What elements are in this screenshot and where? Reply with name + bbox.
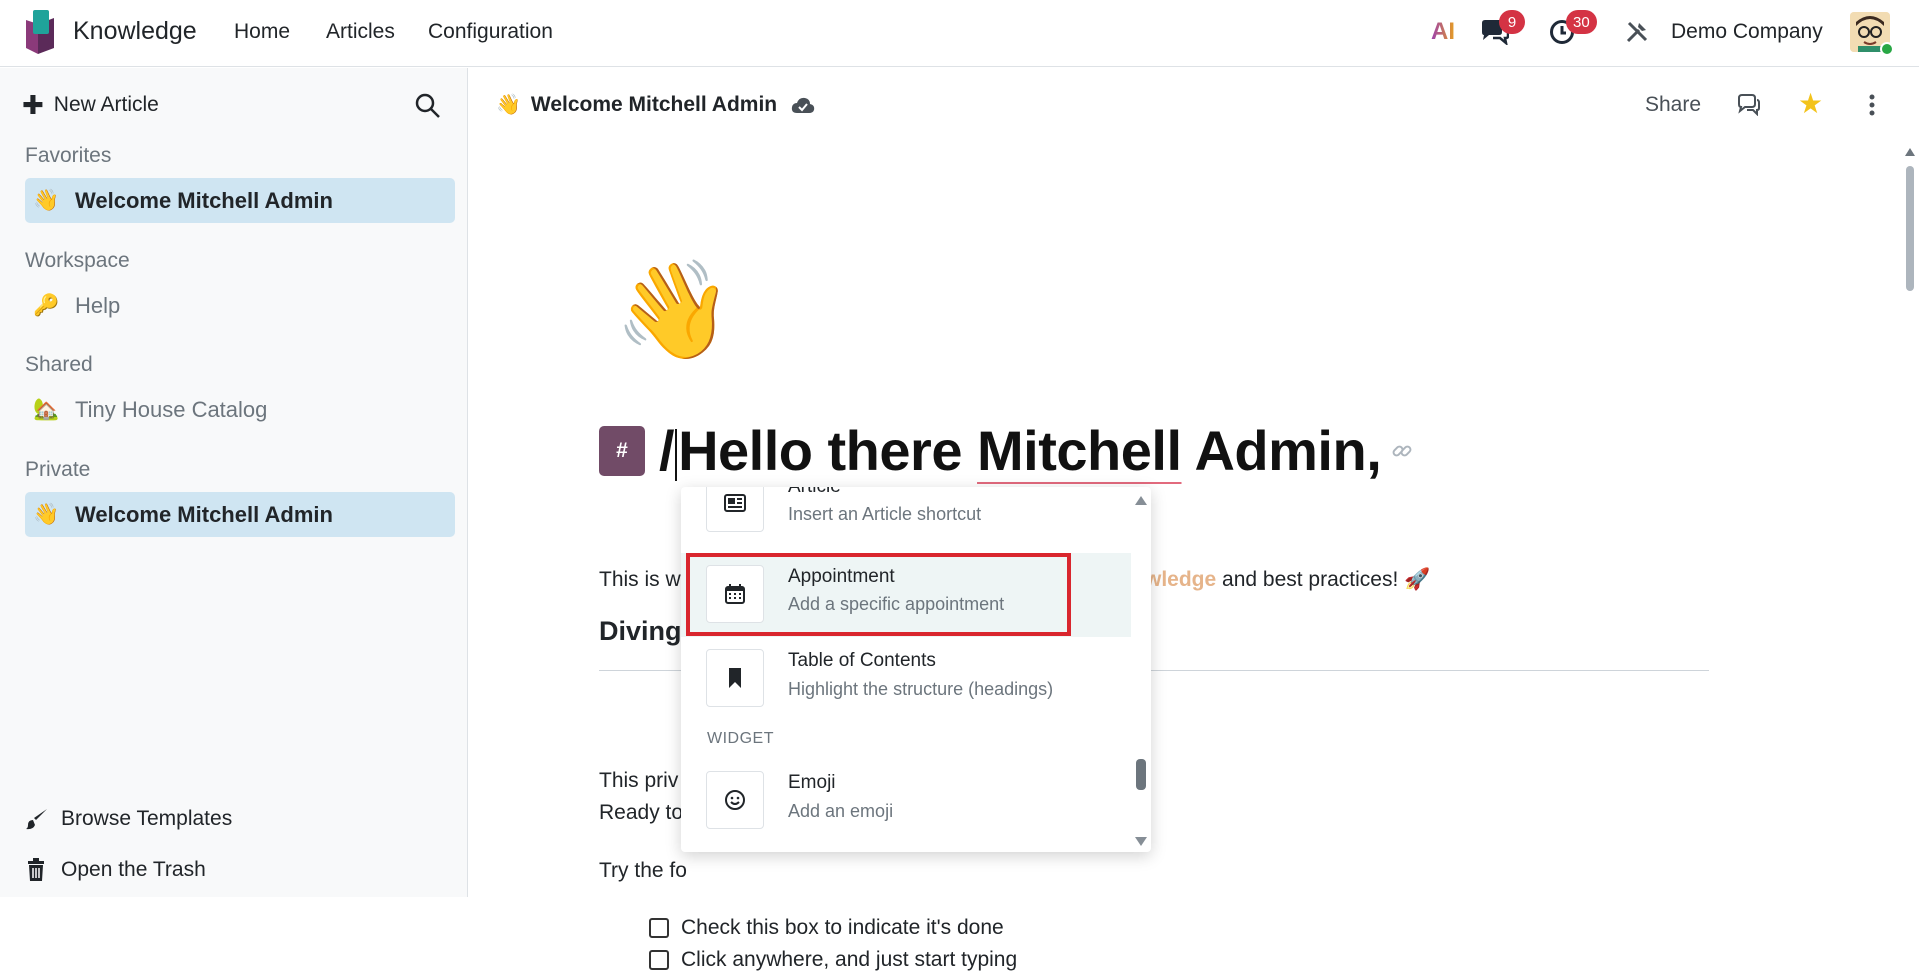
powerbox-item-name: Article: [788, 487, 841, 498]
menu-articles[interactable]: Articles: [326, 20, 395, 44]
menu-home[interactable]: Home: [234, 20, 290, 44]
powerbox-item-desc: Insert an Article shortcut: [788, 504, 982, 524]
breadcrumb: 👋 Welcome Mitchell Admin: [496, 92, 815, 117]
paragraph-line: This priv: [599, 769, 679, 792]
powerbox-scroll-up-arrow[interactable]: [1135, 496, 1147, 505]
checkbox[interactable]: [649, 950, 669, 970]
plus-icon: ✚: [22, 90, 44, 120]
favorite-star-icon[interactable]: ★: [1798, 90, 1823, 118]
smile-icon: [706, 771, 764, 829]
section-favorites[interactable]: Favorites: [25, 144, 111, 168]
sidebar-item-label: Welcome Mitchell Admin: [75, 501, 333, 527]
scroll-up-arrow[interactable]: [1905, 148, 1915, 156]
ai-icon[interactable]: AI: [1428, 14, 1458, 50]
sidebar-item-label: Tiny House Catalog: [75, 396, 268, 422]
calendar-icon: [706, 565, 764, 623]
powerbox-item-name: Emoji: [788, 772, 836, 793]
paintbrush-icon: [25, 807, 49, 831]
checkbox[interactable]: [649, 918, 669, 938]
online-status-dot: [1880, 42, 1894, 56]
messages-badge: 9: [1499, 10, 1525, 34]
sidebar-item-label: Help: [75, 292, 121, 318]
command-powerbox: Article Insert an Article shortcut Appoi…: [681, 487, 1151, 852]
powerbox-item-desc: Highlight the structure (headings): [788, 679, 1054, 699]
powerbox-item-desc: Add an emoji: [788, 801, 894, 821]
text-caret: [675, 429, 678, 482]
link-icon[interactable]: [1391, 440, 1413, 462]
powerbox-item-appointment[interactable]: Appointment Add a specific appointment: [681, 553, 1131, 637]
heading-hash-icon[interactable]: #: [599, 425, 645, 476]
section-private[interactable]: Private: [25, 458, 90, 482]
sidebar-item-favorite-welcome[interactable]: 👋 Welcome Mitchell Admin: [25, 178, 455, 223]
title-slash: /: [659, 419, 675, 482]
paragraph-line: Ready to: [599, 801, 684, 824]
sidebar-item-private-welcome[interactable]: 👋 Welcome Mitchell Admin: [25, 492, 455, 537]
key-icon: 🔑: [33, 293, 60, 317]
debug-tools-icon[interactable]: [1622, 14, 1652, 50]
sidebar-item-help[interactable]: 🔑 Help: [25, 283, 455, 328]
more-options-icon[interactable]: [1868, 94, 1876, 116]
powerbox-scrollbar-thumb[interactable]: [1136, 759, 1146, 790]
browse-templates-button[interactable]: Browse Templates: [25, 807, 232, 831]
cloud-saved-icon: [791, 96, 815, 114]
waving-hand-icon[interactable]: 👋: [496, 92, 521, 117]
house-icon: 🏡: [33, 397, 60, 421]
top-navbar: Knowledge Home Articles Configuration AI…: [0, 0, 1919, 67]
intro-end-text: and best practices! 🚀: [1216, 568, 1431, 591]
powerbox-item-desc: Add a specific appointment: [788, 594, 1005, 614]
intro-start: This is w: [599, 568, 681, 591]
paragraph-line: Try the fo: [599, 859, 687, 882]
browse-templates-label: Browse Templates: [61, 807, 233, 830]
sidebar: ✚ New Article Favorites 👋 Welcome Mitche…: [0, 68, 468, 897]
intro-keyword: wledge: [1145, 568, 1217, 591]
app-name[interactable]: Knowledge: [73, 17, 197, 46]
powerbox-item-table-of-contents[interactable]: Table of Contents Highlight the structur…: [681, 637, 1131, 721]
bookmark-icon: [706, 649, 764, 707]
search-icon[interactable]: [414, 92, 442, 120]
waving-hand-icon: 👋: [33, 502, 60, 526]
cover-emoji-icon[interactable]: 👋: [614, 263, 734, 359]
sidebar-item-label: Welcome Mitchell Admin: [75, 187, 333, 213]
trash-icon: [25, 858, 49, 882]
new-article-button[interactable]: ✚ New Article: [22, 92, 159, 118]
intro-end: wledge and best practices! 🚀: [1145, 568, 1430, 592]
activities-badge: 30: [1566, 10, 1597, 34]
powerbox-category-widget: WIDGET: [707, 730, 774, 747]
checklist-label: Click anywhere, and just start typing: [681, 948, 1018, 971]
company-switcher[interactable]: Demo Company: [1671, 20, 1823, 44]
newspaper-icon: [706, 487, 764, 532]
section-shared[interactable]: Shared: [25, 353, 93, 377]
sidebar-item-tiny-house-catalog[interactable]: 🏡 Tiny House Catalog: [25, 387, 455, 432]
title-text[interactable]: /Hello there Mitchell Admin,: [659, 418, 1382, 483]
comments-icon[interactable]: [1737, 94, 1761, 116]
checklist-label: Check this box to indicate it's done: [681, 916, 1004, 939]
article-title[interactable]: # /Hello there Mitchell Admin,: [599, 418, 1413, 483]
checklist-item[interactable]: Check this box to indicate it's done: [649, 916, 1004, 940]
checklist-item[interactable]: Click anywhere, and just start typing: [649, 948, 1017, 972]
powerbox-item-name: Table of Contents: [788, 650, 936, 671]
open-trash-label: Open the Trash: [61, 858, 206, 881]
title-part: Hello there: [678, 419, 978, 482]
open-trash-button[interactable]: Open the Trash: [25, 858, 206, 882]
section-heading: Diving: [599, 616, 682, 646]
powerbox-scroll-down-arrow[interactable]: [1135, 837, 1147, 846]
breadcrumb-title[interactable]: Welcome Mitchell Admin: [531, 93, 777, 117]
powerbox-item-name: Appointment: [788, 566, 895, 587]
section-workspace[interactable]: Workspace: [25, 249, 130, 273]
title-part: Admin,: [1181, 419, 1382, 482]
share-button[interactable]: Share: [1645, 93, 1701, 117]
menu-configuration[interactable]: Configuration: [428, 20, 553, 44]
new-article-label: New Article: [53, 93, 159, 116]
page-scrollbar-thumb[interactable]: [1906, 166, 1914, 291]
waving-hand-icon: 👋: [33, 188, 60, 212]
knowledge-logo-icon[interactable]: [24, 10, 56, 54]
title-misspelled-word: Mitchell: [977, 419, 1182, 482]
powerbox-item-article[interactable]: Article Insert an Article shortcut: [681, 487, 1131, 553]
powerbox-item-emoji[interactable]: Emoji Add an emoji: [681, 759, 1131, 843]
